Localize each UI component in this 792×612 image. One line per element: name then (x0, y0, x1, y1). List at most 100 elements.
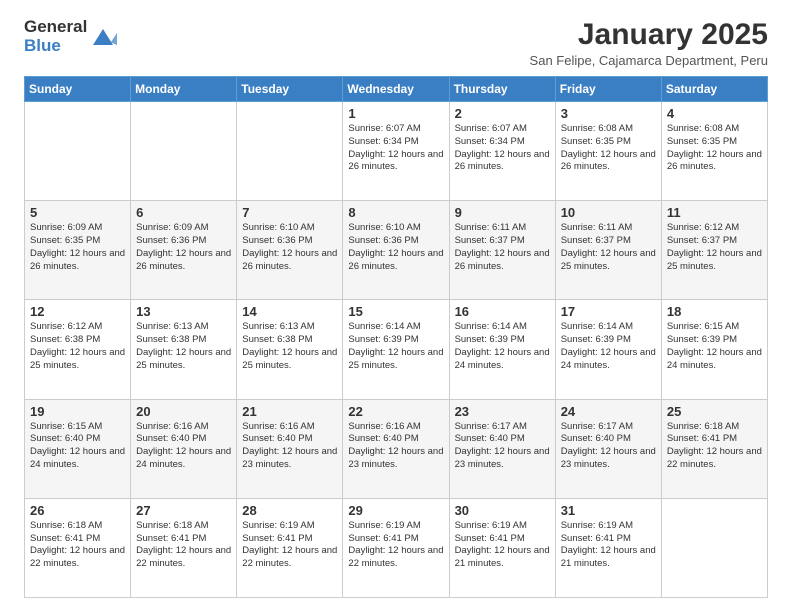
day-number: 19 (30, 404, 125, 419)
day-cell: 24 Sunrise: 6:17 AMSunset: 6:40 PMDayligh… (555, 399, 661, 498)
day-number: 9 (455, 205, 550, 220)
day-number: 22 (348, 404, 443, 419)
day-number: 5 (30, 205, 125, 220)
day-number: 21 (242, 404, 337, 419)
logo-icon (89, 23, 117, 51)
calendar-subtitle: San Felipe, Cajamarca Department, Peru (530, 53, 768, 68)
day-number: 14 (242, 304, 337, 319)
week-row-5: 26 Sunrise: 6:18 AMSunset: 6:41 PMDayligh… (25, 498, 768, 597)
day-cell (661, 498, 767, 597)
day-number: 31 (561, 503, 656, 518)
day-cell: 7 Sunrise: 6:10 AMSunset: 6:36 PMDaylight… (237, 201, 343, 300)
day-cell: 14 Sunrise: 6:13 AMSunset: 6:38 PMDayligh… (237, 300, 343, 399)
day-number: 28 (242, 503, 337, 518)
day-number: 25 (667, 404, 762, 419)
day-number: 17 (561, 304, 656, 319)
day-number: 27 (136, 503, 231, 518)
day-info: Sunrise: 6:18 AMSunset: 6:41 PMDaylight:… (30, 520, 125, 571)
day-info: Sunrise: 6:09 AMSunset: 6:36 PMDaylight:… (136, 222, 231, 273)
day-number: 26 (30, 503, 125, 518)
day-number: 10 (561, 205, 656, 220)
week-row-1: 1 Sunrise: 6:07 AMSunset: 6:34 PMDaylight… (25, 102, 768, 201)
day-info: Sunrise: 6:09 AMSunset: 6:35 PMDaylight:… (30, 222, 125, 273)
day-cell: 28 Sunrise: 6:19 AMSunset: 6:41 PMDayligh… (237, 498, 343, 597)
day-cell: 27 Sunrise: 6:18 AMSunset: 6:41 PMDayligh… (131, 498, 237, 597)
day-number: 15 (348, 304, 443, 319)
day-cell: 16Sunrise: 6:14 AMSunset: 6:39 PMDayligh… (449, 300, 555, 399)
day-cell: 30Sunrise: 6:19 AMSunset: 6:41 PMDayligh… (449, 498, 555, 597)
day-cell: 3Sunrise: 6:08 AMSunset: 6:35 PMDaylight… (555, 102, 661, 201)
day-info: Sunrise: 6:10 AMSunset: 6:36 PMDaylight:… (348, 222, 443, 273)
day-number: 11 (667, 205, 762, 220)
day-cell: 8 Sunrise: 6:10 AMSunset: 6:36 PMDaylight… (343, 201, 449, 300)
day-cell: 15Sunrise: 6:14 AMSunset: 6:39 PMDayligh… (343, 300, 449, 399)
day-cell: 13 Sunrise: 6:13 AMSunset: 6:38 PMDayligh… (131, 300, 237, 399)
weekday-wednesday: Wednesday (343, 77, 449, 102)
day-cell (237, 102, 343, 201)
day-cell: 6 Sunrise: 6:09 AMSunset: 6:36 PMDaylight… (131, 201, 237, 300)
calendar-page: General Blue January 2025 San Felipe, Ca… (0, 0, 792, 612)
day-number: 6 (136, 205, 231, 220)
day-info: Sunrise: 6:19 AMSunset: 6:41 PMDaylight:… (561, 520, 656, 571)
day-info: Sunrise: 6:15 AMSunset: 6:40 PMDaylight:… (30, 421, 125, 472)
weekday-friday: Friday (555, 77, 661, 102)
day-number: 1 (348, 106, 443, 121)
day-number: 12 (30, 304, 125, 319)
day-number: 7 (242, 205, 337, 220)
day-number: 13 (136, 304, 231, 319)
day-number: 8 (348, 205, 443, 220)
day-info: Sunrise: 6:08 AMSunset: 6:35 PMDaylight:… (561, 123, 656, 174)
logo-blue: Blue (24, 37, 87, 56)
logo-general: General (24, 18, 87, 37)
day-info: Sunrise: 6:10 AMSunset: 6:36 PMDaylight:… (242, 222, 337, 273)
day-number: 4 (667, 106, 762, 121)
day-cell: 17 Sunrise: 6:14 AMSunset: 6:39 PMDayligh… (555, 300, 661, 399)
day-number: 16 (455, 304, 550, 319)
day-info: Sunrise: 6:16 AMSunset: 6:40 PMDaylight:… (242, 421, 337, 472)
day-info: Sunrise: 6:13 AMSunset: 6:38 PMDaylight:… (242, 321, 337, 372)
day-cell: 20Sunrise: 6:16 AMSunset: 6:40 PMDayligh… (131, 399, 237, 498)
day-cell: 19 Sunrise: 6:15 AMSunset: 6:40 PMDayligh… (25, 399, 131, 498)
weekday-tuesday: Tuesday (237, 77, 343, 102)
day-info: Sunrise: 6:12 AMSunset: 6:37 PMDaylight:… (667, 222, 762, 273)
day-cell: 31 Sunrise: 6:19 AMSunset: 6:41 PMDayligh… (555, 498, 661, 597)
day-info: Sunrise: 6:07 AMSunset: 6:34 PMDaylight:… (455, 123, 550, 174)
day-info: Sunrise: 6:16 AMSunset: 6:40 PMDaylight:… (348, 421, 443, 472)
day-info: Sunrise: 6:17 AMSunset: 6:40 PMDaylight:… (561, 421, 656, 472)
day-number: 23 (455, 404, 550, 419)
calendar-title: January 2025 (530, 18, 768, 51)
weekday-thursday: Thursday (449, 77, 555, 102)
day-info: Sunrise: 6:15 AMSunset: 6:39 PMDaylight:… (667, 321, 762, 372)
day-cell: 26 Sunrise: 6:18 AMSunset: 6:41 PMDayligh… (25, 498, 131, 597)
calendar-body: 1 Sunrise: 6:07 AMSunset: 6:34 PMDaylight… (25, 102, 768, 598)
day-cell: 23 Sunrise: 6:17 AMSunset: 6:40 PMDayligh… (449, 399, 555, 498)
day-number: 20 (136, 404, 231, 419)
day-cell: 9Sunrise: 6:11 AMSunset: 6:37 PMDaylight… (449, 201, 555, 300)
day-info: Sunrise: 6:14 AMSunset: 6:39 PMDaylight:… (561, 321, 656, 372)
header: General Blue January 2025 San Felipe, Ca… (24, 18, 768, 68)
weekday-monday: Monday (131, 77, 237, 102)
logo: General Blue (24, 18, 117, 55)
day-info: Sunrise: 6:11 AMSunset: 6:37 PMDaylight:… (561, 222, 656, 273)
day-cell: 11 Sunrise: 6:12 AMSunset: 6:37 PMDayligh… (661, 201, 767, 300)
calendar-table: SundayMondayTuesdayWednesdayThursdayFrid… (24, 76, 768, 598)
day-info: Sunrise: 6:12 AMSunset: 6:38 PMDaylight:… (30, 321, 125, 372)
weekday-saturday: Saturday (661, 77, 767, 102)
week-row-2: 5 Sunrise: 6:09 AMSunset: 6:35 PMDaylight… (25, 201, 768, 300)
title-section: January 2025 San Felipe, Cajamarca Depar… (530, 18, 768, 68)
day-cell: 5 Sunrise: 6:09 AMSunset: 6:35 PMDaylight… (25, 201, 131, 300)
day-number: 24 (561, 404, 656, 419)
day-info: Sunrise: 6:17 AMSunset: 6:40 PMDaylight:… (455, 421, 550, 472)
day-cell: 10 Sunrise: 6:11 AMSunset: 6:37 PMDayligh… (555, 201, 661, 300)
day-cell (131, 102, 237, 201)
day-cell: 18Sunrise: 6:15 AMSunset: 6:39 PMDayligh… (661, 300, 767, 399)
day-info: Sunrise: 6:13 AMSunset: 6:38 PMDaylight:… (136, 321, 231, 372)
day-info: Sunrise: 6:18 AMSunset: 6:41 PMDaylight:… (667, 421, 762, 472)
day-info: Sunrise: 6:18 AMSunset: 6:41 PMDaylight:… (136, 520, 231, 571)
day-info: Sunrise: 6:19 AMSunset: 6:41 PMDaylight:… (348, 520, 443, 571)
calendar-header: SundayMondayTuesdayWednesdayThursdayFrid… (25, 77, 768, 102)
week-row-4: 19 Sunrise: 6:15 AMSunset: 6:40 PMDayligh… (25, 399, 768, 498)
day-cell: 29Sunrise: 6:19 AMSunset: 6:41 PMDayligh… (343, 498, 449, 597)
weekday-header-row: SundayMondayTuesdayWednesdayThursdayFrid… (25, 77, 768, 102)
day-info: Sunrise: 6:19 AMSunset: 6:41 PMDaylight:… (242, 520, 337, 571)
